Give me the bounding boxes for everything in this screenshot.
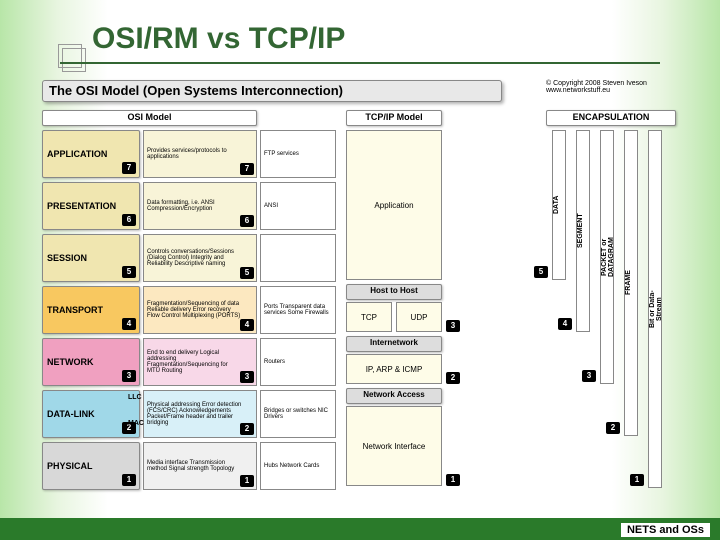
osi-layer-desc: End to end delivery Logical addressing F…: [143, 338, 257, 386]
tcpip-host-to-host-header: Host to Host: [346, 284, 442, 300]
osi-layer-num: 7: [122, 162, 136, 174]
osi-layer-desc: Provides services/protocols to applicati…: [143, 130, 257, 178]
osi-layer-num: 3: [122, 370, 136, 382]
osi-layer-physical: PHYSICAL1: [42, 442, 140, 490]
encapsulation-num: 5: [534, 266, 548, 278]
osi-layer-example: Bridges or switches NIC Drivers: [260, 390, 336, 438]
encapsulation-label: FRAME: [625, 253, 632, 313]
osi-layer-num: 7: [240, 163, 254, 175]
osi-layer-example: Routers: [260, 338, 336, 386]
encapsulation-label: SEGMENT: [577, 201, 584, 261]
osi-layer-num: 5: [240, 267, 254, 279]
encapsulation-label: PACKET or DATAGRAM: [601, 227, 615, 287]
tcpip-tcp: TCP: [346, 302, 392, 332]
tcpip-column-header: TCP/IP Model: [346, 110, 442, 126]
tcpip-application-layer: Application: [346, 130, 442, 280]
encapsulation-label: Bit or Data-Stream: [649, 279, 663, 339]
osi-layer-example: Hubs Network Cards: [260, 442, 336, 490]
osi-layer-num: 1: [240, 475, 254, 487]
osi-column-header: OSI Model: [42, 110, 257, 126]
slide: OSI/RM vs TCP/IP The OSI Model (Open Sys…: [0, 0, 720, 540]
diagram-title: The OSI Model (Open Systems Interconnect…: [42, 80, 502, 102]
tcpip-udp: UDP: [396, 302, 442, 332]
osi-layer-example: Ports Transparent data services Some Fir…: [260, 286, 336, 334]
encapsulation-num: 4: [558, 318, 572, 330]
osi-layer-presentation: PRESENTATION6: [42, 182, 140, 230]
tcpip-internetwork: IP, ARP & ICMP: [346, 354, 442, 384]
footer-text: NETS and OSs: [621, 523, 710, 537]
osi-layer-session: SESSION5: [42, 234, 140, 282]
decor-square: [62, 48, 86, 72]
osi-layer-example: ANSI: [260, 182, 336, 230]
title-underline: [60, 62, 660, 64]
encapsulation-num: 1: [630, 474, 644, 486]
osi-layer-application: APPLICATION7: [42, 130, 140, 178]
osi-layer-data-link: DATA-LINK2: [42, 390, 140, 438]
mac-label: MAC: [128, 420, 144, 427]
osi-diagram: The OSI Model (Open Systems Interconnect…: [42, 80, 678, 500]
osi-layer-num: 6: [122, 214, 136, 226]
osi-layer-num: 2: [240, 423, 254, 435]
osi-layer-num: 1: [122, 474, 136, 486]
tcpip-layer-num: 1: [446, 474, 460, 486]
tcpip-layer-num: 3: [446, 320, 460, 332]
encapsulation-column-header: ENCAPSULATION: [546, 110, 676, 126]
osi-layer-num: 5: [122, 266, 136, 278]
tcpip-internetwork-header: Internetwork: [346, 336, 442, 352]
tcpip-layer-num: 2: [446, 372, 460, 384]
osi-layer-desc: Controls conversations/Sessions (Dialog …: [143, 234, 257, 282]
llc-label: LLC: [128, 394, 142, 401]
osi-layer-network: NETWORK3: [42, 338, 140, 386]
encapsulation-num: 2: [606, 422, 620, 434]
encapsulation-num: 3: [582, 370, 596, 382]
footer-bar: [0, 518, 720, 540]
osi-layer-example: FTP services: [260, 130, 336, 178]
osi-layer-num: 6: [240, 215, 254, 227]
tcpip-network-access-header: Network Access: [346, 388, 442, 404]
slide-title: OSI/RM vs TCP/IP: [92, 22, 345, 56]
encapsulation-label: DATA: [553, 175, 560, 235]
osi-layer-desc: Media interface Transmission method Sign…: [143, 442, 257, 490]
osi-layer-num: 4: [240, 319, 254, 331]
osi-layer-example: [260, 234, 336, 282]
osi-layer-num: 4: [122, 318, 136, 330]
osi-layer-desc: Physical addressing Error detection (FCS…: [143, 390, 257, 438]
osi-layer-transport: TRANSPORT4: [42, 286, 140, 334]
osi-layer-desc: Data formatting, i.e. ANSI Compression/E…: [143, 182, 257, 230]
copyright-text: © Copyright 2008 Steven Iveson www.netwo…: [546, 80, 678, 94]
osi-layer-num: 3: [240, 371, 254, 383]
osi-layer-desc: Fragmentation/Sequencing of data Reliabl…: [143, 286, 257, 334]
tcpip-network-access: Network Interface: [346, 406, 442, 486]
